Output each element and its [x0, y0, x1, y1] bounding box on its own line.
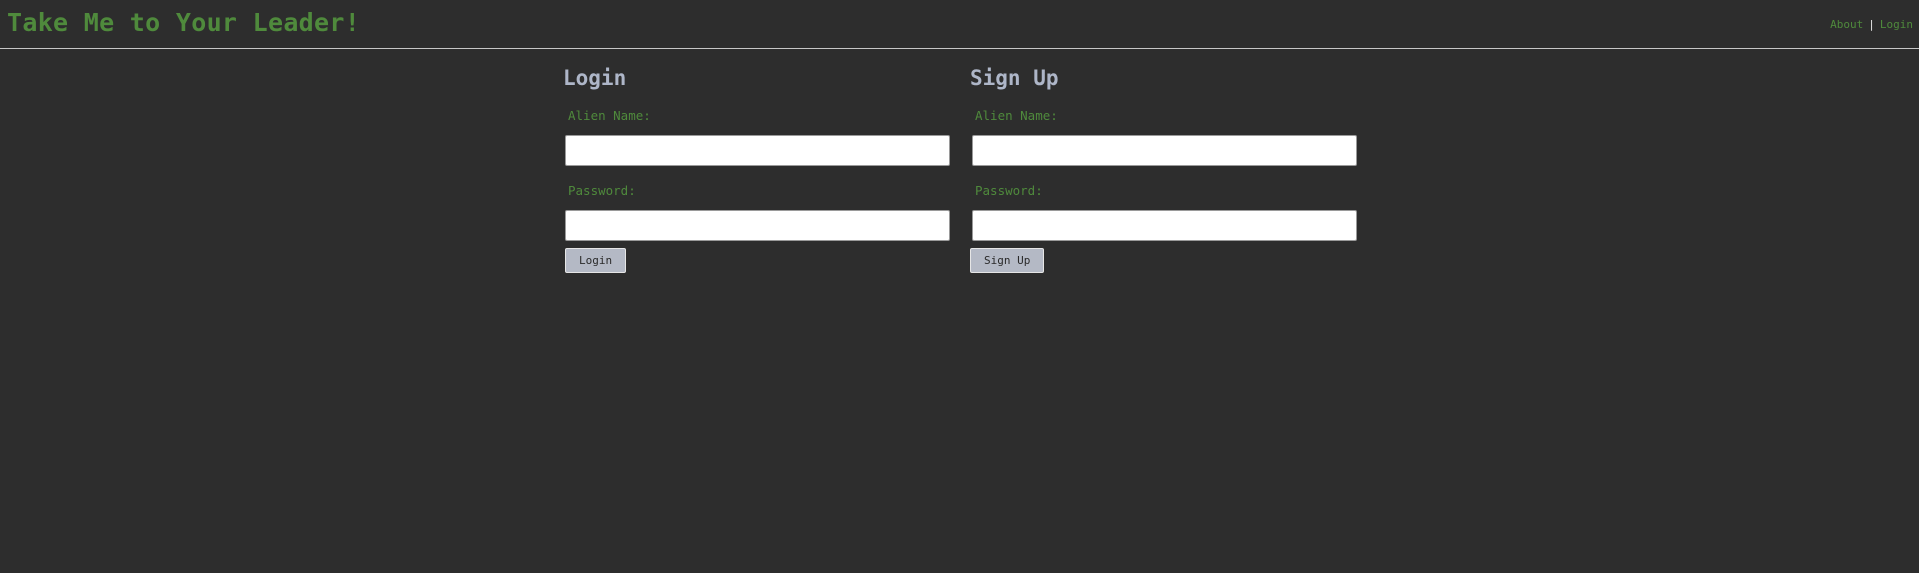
signup-password-input[interactable]	[972, 210, 1357, 241]
site-header: Take Me to Your Leader! About | Login	[0, 0, 1919, 49]
login-alien-name-input[interactable]	[565, 135, 950, 166]
login-form: Login Alien Name: Password: Login	[563, 64, 953, 273]
nav-login-link[interactable]: Login	[1880, 18, 1913, 31]
signup-password-label: Password:	[975, 183, 1043, 198]
nav-separator: |	[1868, 18, 1875, 31]
login-alien-name-label: Alien Name:	[568, 108, 651, 123]
signup-alien-name-label: Alien Name:	[975, 108, 1058, 123]
nav-about-link[interactable]: About	[1830, 18, 1863, 31]
signup-form: Sign Up Alien Name: Password: Sign Up	[970, 64, 1360, 273]
login-heading: Login	[563, 66, 627, 90]
site-title: Take Me to Your Leader!	[7, 8, 361, 37]
login-button[interactable]: Login	[565, 248, 627, 273]
signup-alien-name-input[interactable]	[972, 135, 1357, 166]
login-password-input[interactable]	[565, 210, 950, 241]
signup-button[interactable]: Sign Up	[970, 248, 1045, 273]
top-nav: About | Login	[1830, 18, 1913, 31]
login-password-label: Password:	[568, 183, 636, 198]
signup-heading: Sign Up	[970, 66, 1059, 90]
